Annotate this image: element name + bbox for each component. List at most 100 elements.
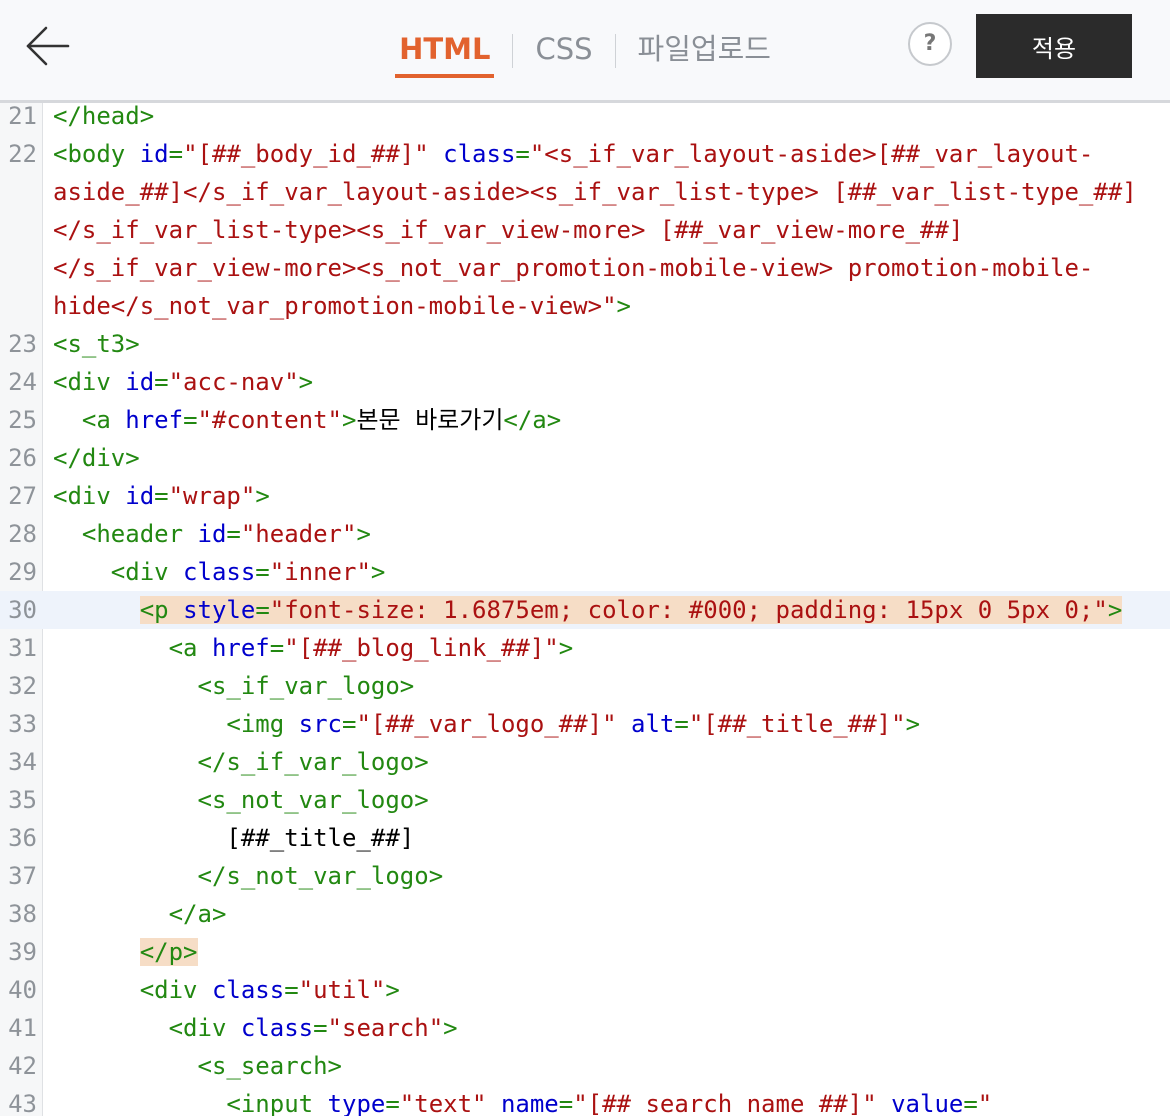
code-line[interactable]: 36 [##_title_##] [0,819,1170,857]
code-token: > [1107,596,1123,624]
question-mark-icon: ? [923,31,937,56]
top-bar: HTML CSS 파일업로드 ? 적용 [0,0,1170,103]
code-line[interactable]: 23 <s_t3> [0,325,1170,363]
code-token: > [558,634,574,662]
code-editor[interactable]: 21 </head> 22 <body id="[##_body_id_##]" cl… [0,103,1170,1116]
code-token: "header" [240,520,357,548]
code-line[interactable]: 21 </head> [0,103,1170,135]
code-row: aside_##]</s_if_var_layout-aside><s_if_v… [53,173,1170,211]
code-token: <a [81,406,126,434]
code-token: > [616,292,631,320]
code-token: "<s_if_var_layout-aside>[##_var_layout- [529,140,1094,168]
code-token: "inner" [269,558,371,586]
code-token: src [298,710,342,738]
code-token: <p [139,596,184,624]
code-row: <img src="[##_var_logo_##]" alt="[##_tit… [53,705,1170,743]
code-line[interactable]: 43 <input type="text" name="[##_search_n… [0,1085,1170,1116]
tab-file-upload[interactable]: 파일업로드 [634,22,775,76]
line-number: 43 [8,1090,37,1116]
code-line[interactable]: 34 </s_if_var_logo> [0,743,1170,781]
code-token: </a> [503,406,562,434]
code-row: <div id="acc-nav"> [53,363,1170,401]
code-row: </a> [53,895,1170,933]
code-row: <header id="header"> [53,515,1170,553]
code-row: <s_t3> [53,325,1170,363]
code-token: > [905,710,921,738]
code-line[interactable]: 39 </p> [0,933,1170,971]
code-line[interactable]: 24 <div id="acc-nav"> [0,363,1170,401]
code-token: [##_title_##] [53,824,415,852]
code-token: "acc-nav" [168,368,299,396]
code-token: </s_if_var_view-more><s_not_var_promotio… [53,254,1094,282]
code-line[interactable]: 32 <s_if_var_logo> [0,667,1170,705]
line-number: 27 [8,482,37,510]
code-token: class [211,976,285,1004]
line-number: 23 [8,330,37,358]
code-line[interactable]: 40 <div class="util"> [0,971,1170,1009]
code-row: <input type="text" name="[##_search_name… [53,1085,1170,1116]
code-token: value [891,1090,964,1116]
line-number: 40 [8,976,37,1004]
code-token: <a [168,634,212,662]
code-token: = [154,368,169,396]
line-number: 41 [8,1014,37,1042]
line-number: 28 [8,520,37,548]
code-row: <div id="wrap"> [53,477,1170,515]
line-number: 37 [8,862,37,890]
line-number: 33 [8,710,37,738]
code-token: style [183,596,256,624]
line-number: 34 [8,748,37,776]
code-line[interactable]: 29 <div class="inner"> [0,553,1170,591]
code-row: </s_if_var_view-more><s_not_var_promotio… [53,249,1170,287]
code-token: <header [81,520,198,548]
code-token: > [298,368,314,396]
code-token: = [284,976,299,1004]
code-line[interactable]: 25 <a href="#content">본문 바로가기</a> [0,401,1170,439]
code-token: = [342,710,357,738]
code-line[interactable]: 31 <a href="[##_blog_link_##]"> [0,629,1170,667]
apply-button[interactable]: 적용 [976,14,1132,78]
code-row: </p> [53,933,1170,971]
code-line[interactable]: 42 <s_search> [0,1047,1170,1085]
code-line[interactable]: 38 </a> [0,895,1170,933]
code-token: "[##_search_name_##]" [573,1090,877,1116]
help-button[interactable]: ? [908,22,952,66]
code-token: = [255,596,270,624]
code-line[interactable]: 37 </s_not_var_logo> [0,857,1170,895]
code-token: <input [226,1090,328,1116]
code-token: <div [168,1014,241,1042]
code-line[interactable]: 27 <div id="wrap"> [0,477,1170,515]
line-number: 24 [8,368,37,396]
code-token: class [240,1014,314,1042]
code-line[interactable]: 26 </div> [0,439,1170,477]
code-row: </s_if_var_logo> [53,743,1170,781]
code-line[interactable]: 33 <img src="[##_var_logo_##]" alt="[##_… [0,705,1170,743]
code-row: </head> [53,103,1170,135]
code-line[interactable]: 22 <body id="[##_body_id_##]" class="<s_i… [0,135,1170,325]
code-line[interactable]: 41 <div class="search"> [0,1009,1170,1047]
code-token: = [269,634,285,662]
code-token: hide</s_not_var_promotion-mobile-view>" [53,292,617,320]
code-row: </s_if_var_list-type><s_if_var_view-more… [53,211,1170,249]
code-token: = [674,710,689,738]
code-line[interactable]: 35 <s_not_var_logo> [0,781,1170,819]
line-number: 42 [8,1052,37,1080]
code-line[interactable]: 30 <p style="font-size: 1.6875em; color:… [0,591,1170,629]
code-line[interactable]: 28 <header id="header"> [0,515,1170,553]
code-token: <div [53,482,126,510]
line-number: 25 [8,406,37,434]
tab-css[interactable]: CSS [531,22,596,76]
code-token: <div [139,976,212,1004]
tab-html[interactable]: HTML [395,22,495,78]
